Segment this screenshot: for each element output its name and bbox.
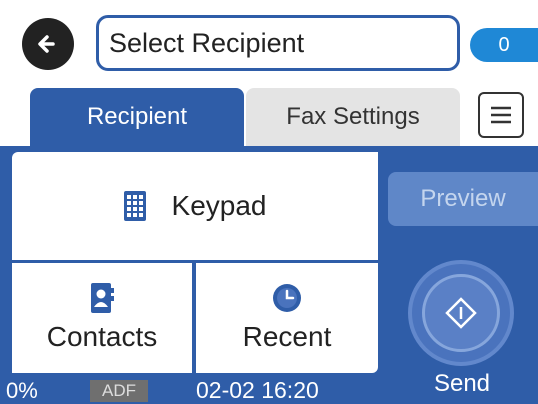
preview-button[interactable]: Preview	[388, 172, 538, 226]
status-datetime: 02-02 16:20	[196, 377, 319, 403]
recipient-count-badge: 0	[470, 28, 538, 62]
list-menu-icon	[491, 106, 511, 124]
tab-fax-settings[interactable]: Fax Settings	[246, 88, 460, 146]
recent-label: Recent	[242, 321, 332, 352]
recipient-field-text: Select Recipient	[109, 27, 305, 58]
keypad-grid-icon	[123, 191, 146, 221]
tab-fax-settings-label: Fax Settings	[286, 103, 420, 130]
menu-button[interactable]	[478, 92, 524, 138]
recent-option[interactable]: Recent	[196, 263, 378, 373]
keypad-label: Keypad	[171, 190, 267, 221]
keypad-option[interactable]: Keypad	[12, 152, 378, 260]
contacts-label: Contacts	[46, 321, 158, 352]
send-button[interactable]	[408, 260, 514, 366]
diamond-start-icon	[445, 297, 477, 329]
contacts-option[interactable]: Contacts	[12, 263, 192, 373]
tab-recipient[interactable]: Recipient	[30, 88, 244, 146]
send-button-inner	[422, 274, 500, 352]
status-percent: 0%	[6, 378, 38, 403]
status-adf-badge: ADF	[90, 380, 148, 402]
preview-label: Preview	[420, 185, 506, 212]
send-label: Send	[433, 370, 491, 397]
recipient-count: 0	[498, 33, 510, 56]
arrow-left-icon	[38, 35, 55, 53]
tab-recipient-label: Recipient	[86, 103, 188, 130]
contact-card-icon	[91, 283, 114, 313]
back-button[interactable]	[22, 18, 74, 70]
clock-icon	[273, 284, 301, 312]
recipient-field[interactable]: Select Recipient	[96, 15, 460, 71]
